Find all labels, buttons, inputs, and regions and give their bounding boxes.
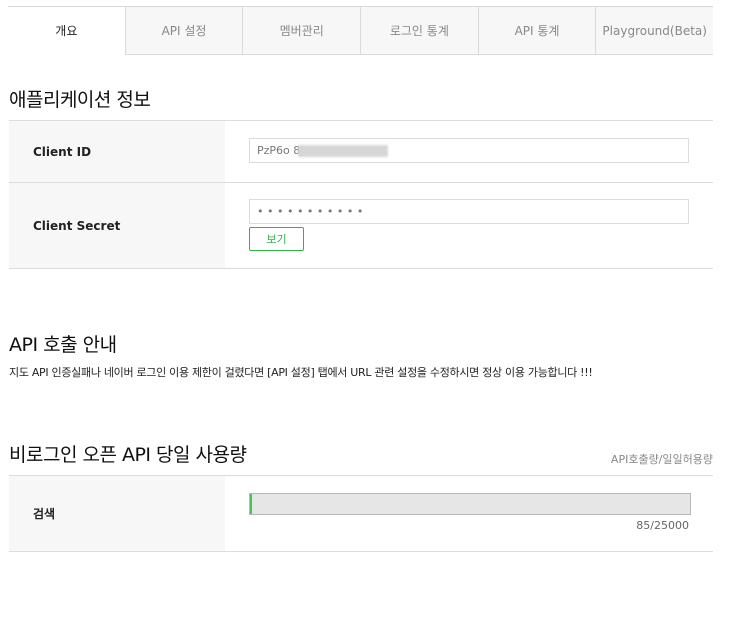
- usage-search-row: 검색 85/25000: [9, 476, 713, 552]
- redaction-mask: [298, 145, 388, 157]
- app-info-table: Client ID PzP6o 8J Client Secret • • • •…: [9, 120, 713, 269]
- usage-progress-bar: [249, 493, 691, 515]
- client-id-value: PzP6o 8J: [257, 144, 304, 157]
- tab-api-stats[interactable]: API 통계: [477, 7, 596, 55]
- search-usage-label: 검색: [9, 476, 225, 551]
- tab-api-settings[interactable]: API 설정: [124, 7, 243, 55]
- client-id-cell: PzP6o 8J: [225, 121, 713, 182]
- usage-caption: API호출량/일일허용량: [610, 453, 713, 466]
- api-call-notice: 지도 API 인증실패나 네이버 로그인 이용 제한이 걸렸다면 [API 설정…: [9, 366, 593, 379]
- app-info-title: 애플리케이션 정보: [9, 89, 151, 111]
- usage-title: 비로그인 오픈 API 당일 사용량: [9, 444, 247, 466]
- client-secret-label: Client Secret: [9, 183, 225, 268]
- usage-progress-text: 85/25000: [636, 519, 689, 532]
- api-call-title: API 호출 안내: [9, 334, 117, 356]
- client-id-label: Client ID: [9, 121, 225, 182]
- usage-table: 검색 85/25000: [9, 475, 713, 552]
- view-secret-button[interactable]: 보기: [249, 227, 304, 251]
- usage-cell: 85/25000: [225, 476, 713, 551]
- tab-overview[interactable]: 개요: [8, 7, 125, 55]
- client-secret-cell: • • • • • • • • • • • 보기: [225, 183, 713, 268]
- tab-bar: 개요 API 설정 멤버관리 로그인 통계 API 통계 Playground(…: [8, 6, 714, 55]
- client-secret-row: Client Secret • • • • • • • • • • • 보기: [9, 183, 713, 269]
- usage-progress-fill: [250, 494, 253, 514]
- client-secret-value: • • • • • • • • • • •: [257, 205, 364, 218]
- tab-member-management[interactable]: 멤버관리: [242, 7, 361, 55]
- tab-login-stats[interactable]: 로그인 통계: [360, 7, 478, 55]
- client-id-row: Client ID PzP6o 8J: [9, 121, 713, 183]
- tab-playground[interactable]: Playground(Beta): [595, 7, 714, 55]
- client-secret-field[interactable]: • • • • • • • • • • •: [249, 199, 689, 224]
- client-id-field[interactable]: PzP6o 8J: [249, 138, 689, 163]
